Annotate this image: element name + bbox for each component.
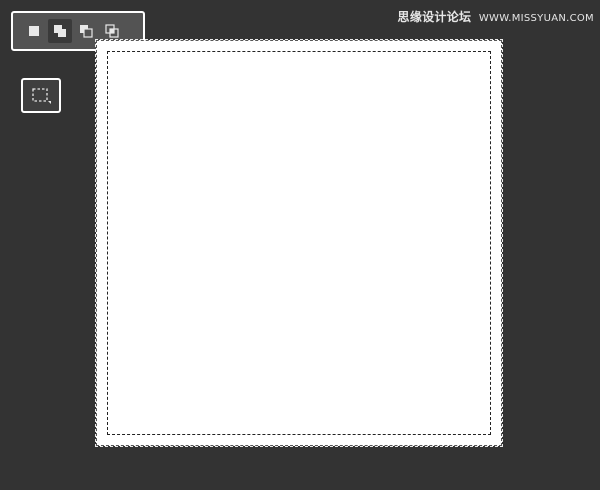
- watermark-chinese-text: 思缘设计论坛: [397, 10, 472, 24]
- add-to-selection-button[interactable]: [48, 19, 72, 43]
- rectangular-marquee-icon: [32, 87, 51, 104]
- watermark-url-text: WWW.MISSYUAN.COM: [478, 13, 594, 24]
- site-watermark: 思缘设计论坛 WWW.MISSYUAN.COM: [398, 8, 594, 25]
- add-to-selection-icon: [54, 25, 66, 37]
- marquee-selection[interactable]: [107, 51, 491, 435]
- subtract-from-selection-icon: [80, 25, 93, 38]
- subtract-from-selection-button[interactable]: [74, 19, 98, 43]
- intersect-selection-icon: [105, 24, 119, 38]
- rectangular-marquee-tool-button[interactable]: [21, 78, 61, 113]
- new-selection-button[interactable]: [22, 19, 46, 43]
- new-selection-icon: [29, 26, 39, 36]
- document-canvas[interactable]: [95, 39, 503, 447]
